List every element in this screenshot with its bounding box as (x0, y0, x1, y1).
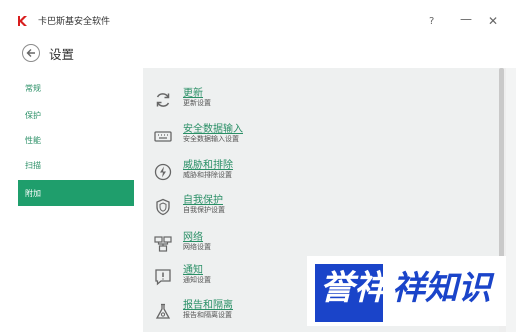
setting-network-desc: 网络设置 (183, 243, 211, 251)
setting-self-defense-title[interactable]: 自我保护 (183, 191, 223, 206)
setting-self-defense[interactable]: 自我保护 自我保护设置 (143, 191, 483, 225)
setting-update-title[interactable]: 更新 (183, 84, 203, 99)
setting-notifications-desc: 通知设置 (183, 276, 211, 284)
window-title: 卡巴斯基安全软件 (38, 17, 111, 27)
back-button[interactable] (22, 44, 40, 62)
help-button[interactable]: ? (429, 16, 434, 28)
sidebar-item-performance[interactable]: 性能 (25, 135, 41, 146)
keyboard-icon (154, 131, 172, 142)
setting-threats-desc: 威胁和排除设置 (183, 171, 232, 179)
kaspersky-logo-icon (18, 16, 27, 26)
watermark-text: 祥知识 (392, 268, 491, 307)
setting-threats[interactable]: 威胁和排除 威胁和排除设置 (143, 156, 483, 190)
page-header (0, 34, 516, 68)
sidebar-item-general[interactable]: 常规 (25, 83, 41, 94)
minimize-button[interactable]: — (460, 13, 472, 25)
arrow-left-icon (26, 49, 35, 57)
setting-secure-input[interactable]: 安全数据输入 安全数据输入设置 (143, 120, 483, 154)
setting-self-defense-desc: 自我保护设置 (183, 206, 225, 214)
sidebar-item-additional-label: 附加 (25, 189, 41, 198)
sidebar-item-scan[interactable]: 扫描 (25, 160, 41, 171)
network-icon (154, 236, 172, 252)
watermark-highlight-text: 誉祥 (320, 268, 388, 308)
setting-reports-title[interactable]: 报告和隔离 (183, 296, 233, 311)
setting-notifications-title[interactable]: 通知 (183, 261, 203, 276)
shield-icon (156, 198, 170, 216)
setting-update[interactable]: 更新 更新设置 (143, 84, 483, 118)
setting-secure-input-desc: 安全数据输入设置 (183, 135, 239, 143)
setting-network-title[interactable]: 网络 (183, 228, 203, 243)
setting-reports-desc: 报告和隔离设置 (183, 311, 232, 319)
close-button[interactable]: ✕ (488, 15, 498, 27)
setting-update-desc: 更新设置 (183, 99, 211, 107)
flask-icon (155, 303, 171, 319)
sidebar-item-protection[interactable]: 保护 (25, 110, 41, 121)
page-title: 设置 (49, 47, 75, 62)
refresh-icon (156, 93, 170, 107)
notification-icon (155, 269, 171, 286)
setting-secure-input-title[interactable]: 安全数据输入 (183, 120, 243, 135)
app-window: 卡巴斯基安全软件 ? — ✕ 设置 常规 保护 性能 扫描 附加 更新 更新设置… (0, 0, 516, 332)
lightning-icon (154, 163, 172, 181)
setting-threats-title[interactable]: 威胁和排除 (183, 156, 233, 171)
